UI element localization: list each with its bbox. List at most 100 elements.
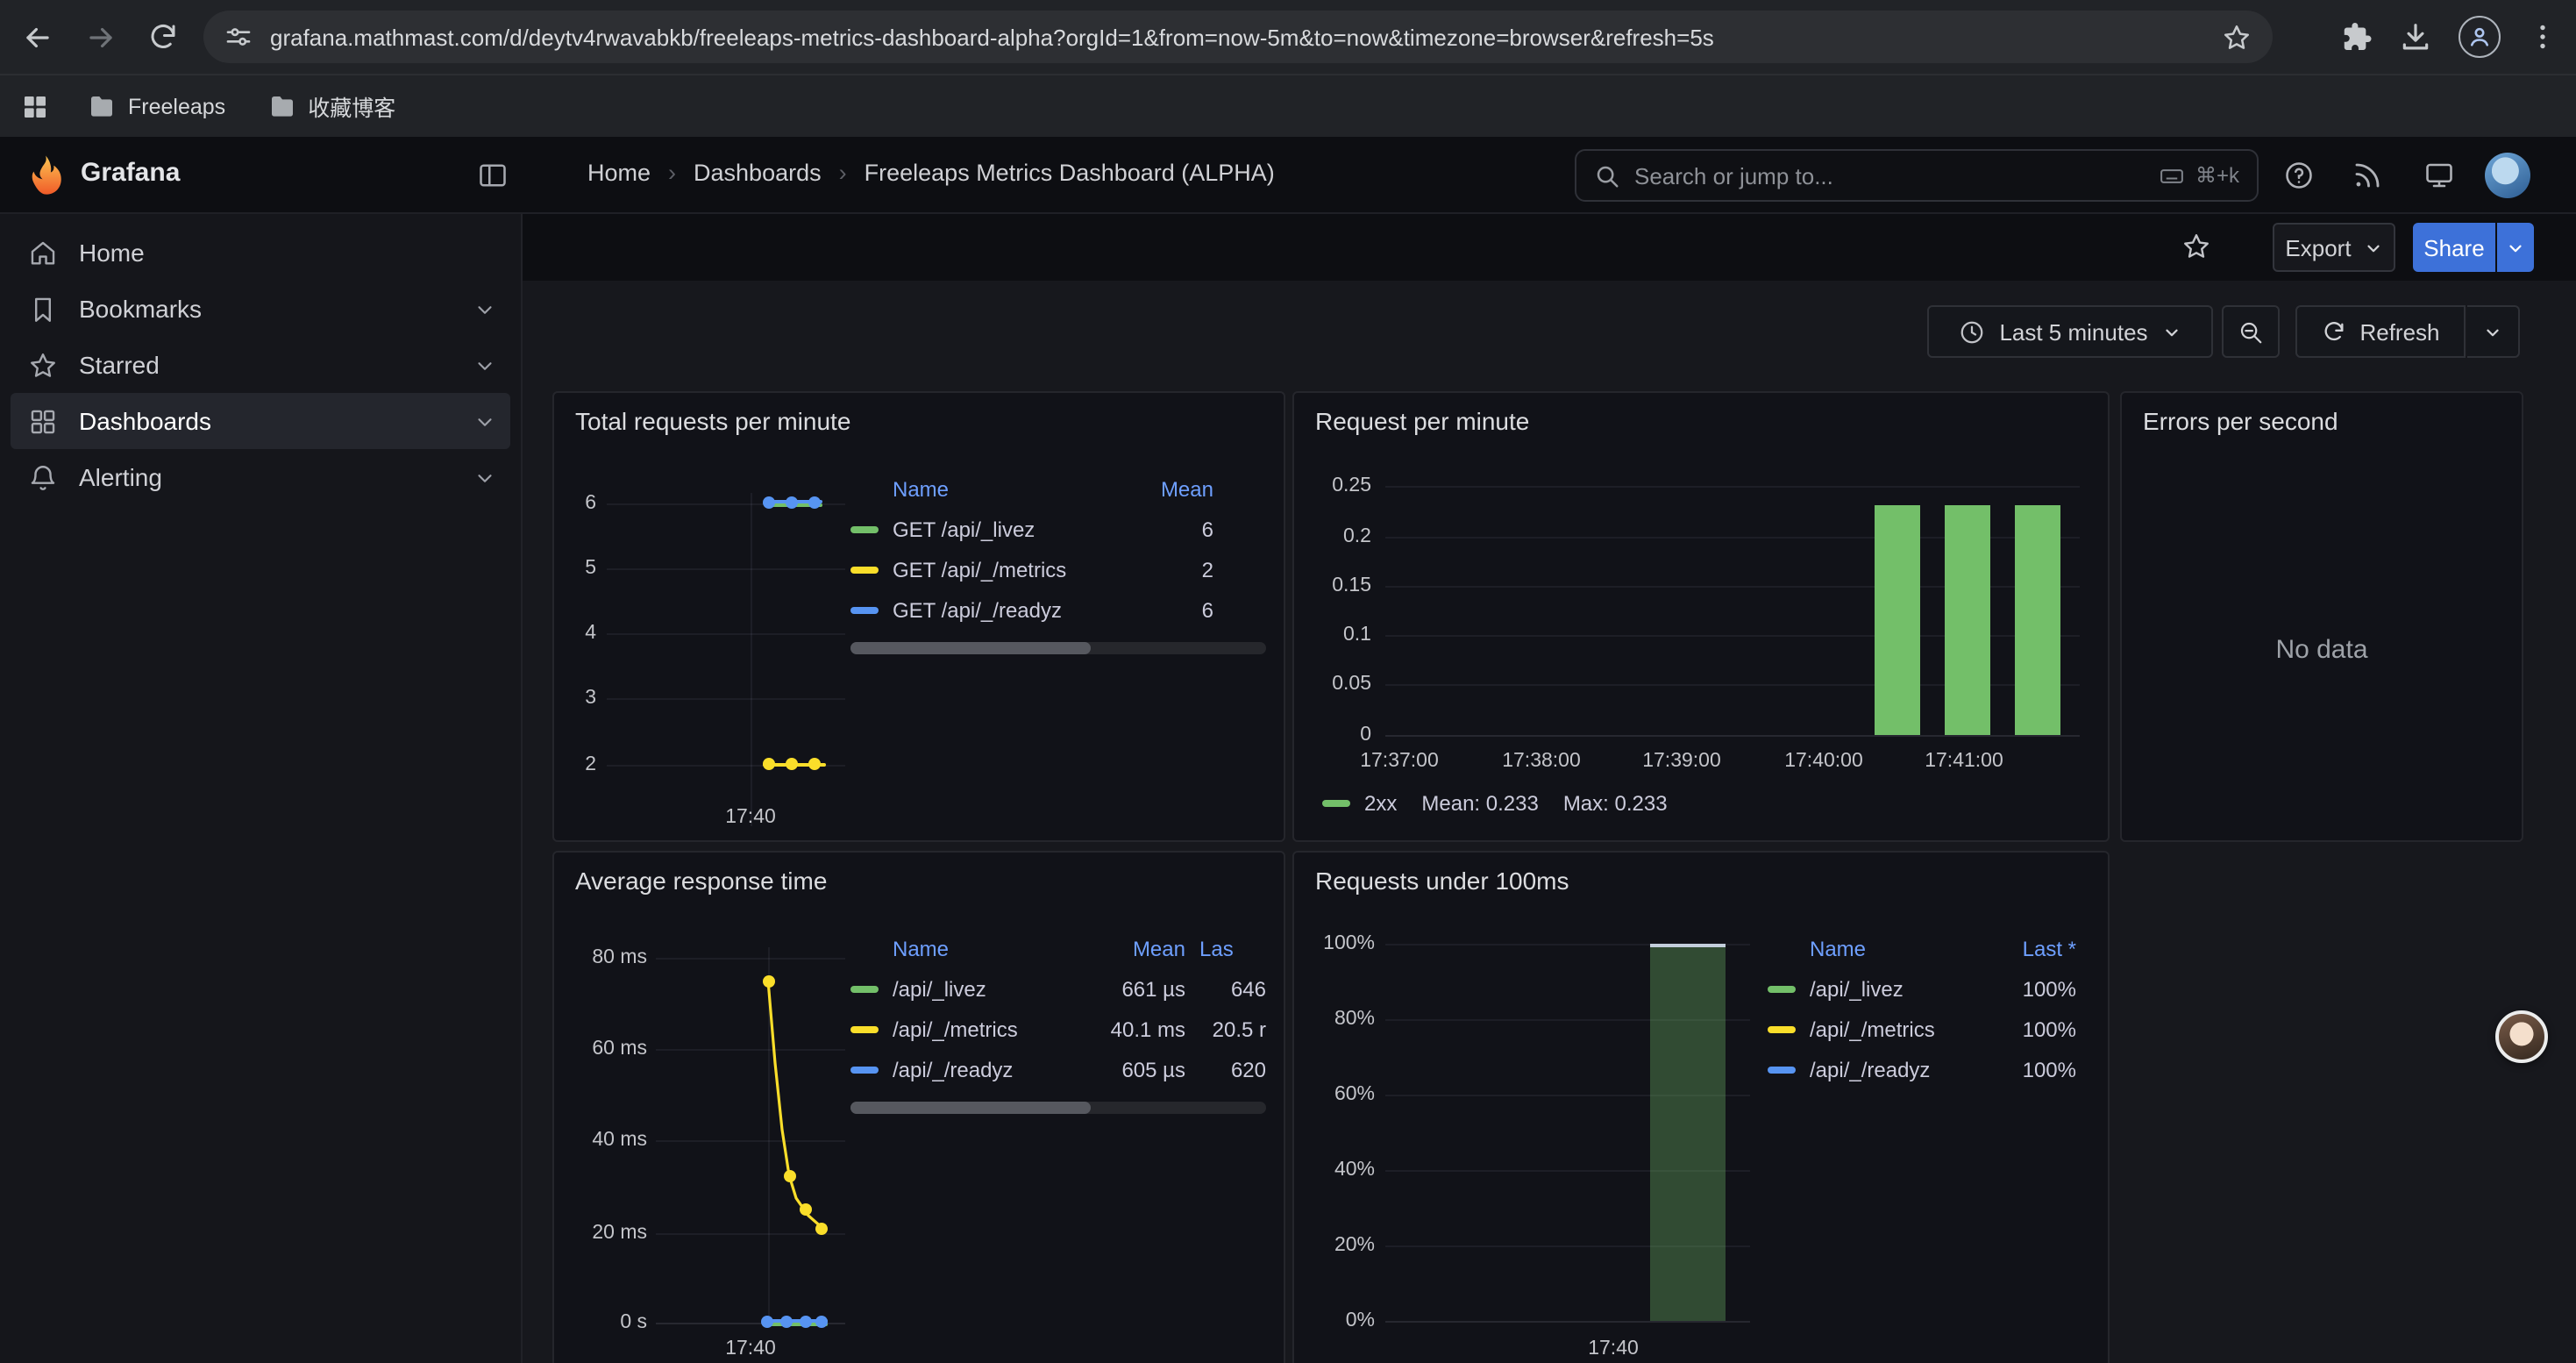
- grafana-brand[interactable]: Grafana: [81, 158, 180, 188]
- legend-header: Name Mean: [850, 470, 1266, 509]
- bookmark-folder-freeleaps[interactable]: Freeleaps: [74, 85, 239, 127]
- legend-col-mean[interactable]: Mean: [1091, 477, 1213, 502]
- search-box[interactable]: ⌘+k: [1575, 149, 2259, 202]
- sidebar-item-starred[interactable]: Starred: [11, 337, 510, 393]
- legend-col-last[interactable]: Las: [1199, 937, 1266, 961]
- legend-row[interactable]: GET /api/_/metrics 2: [850, 549, 1266, 589]
- legend-series-name[interactable]: GET /api/_/readyz: [893, 597, 1077, 622]
- menu-icon[interactable]: [2527, 21, 2558, 53]
- legend-series-name[interactable]: /api/_/metrics: [1810, 1017, 1985, 1041]
- folder-icon: [88, 92, 116, 120]
- breadcrumb-home[interactable]: Home: [587, 160, 651, 186]
- apps-grid-icon[interactable]: [21, 92, 49, 120]
- legend-series-name[interactable]: /api/_/readyz: [893, 1057, 1070, 1081]
- breadcrumb-separator: ›: [839, 160, 847, 186]
- legend-row[interactable]: /api/_/metrics 100%: [1768, 1009, 2087, 1049]
- legend-series-name[interactable]: 2xx: [1364, 791, 1397, 816]
- legend-series-name[interactable]: /api/_/readyz: [1810, 1057, 1985, 1081]
- legend-header: Name Last *: [1768, 930, 2087, 968]
- grafana-logo[interactable]: [23, 153, 68, 198]
- user-avatar[interactable]: [2485, 153, 2530, 198]
- legend-row[interactable]: /api/_livez 100%: [1768, 968, 2087, 1009]
- export-button[interactable]: Export: [2273, 223, 2395, 272]
- legend-row[interactable]: 2xx: [1322, 791, 1397, 816]
- forward-icon[interactable]: [74, 11, 126, 63]
- help-icon[interactable]: [2283, 160, 2315, 191]
- breadcrumb-dashboards[interactable]: Dashboards: [694, 160, 822, 186]
- time-range-picker[interactable]: Last 5 minutes: [1927, 305, 2213, 358]
- legend-col-name[interactable]: Name: [1810, 937, 1985, 961]
- legend-row[interactable]: /api/_/metrics 40.1 ms 20.5 r: [850, 1009, 1266, 1049]
- url-bar[interactable]: grafana.mathmast.com/d/deytv4rwavabkb/fr…: [203, 11, 2273, 63]
- legend-last-value: 620: [1199, 1057, 1266, 1081]
- bookmark-folder-blog[interactable]: 收藏博客: [253, 82, 409, 130]
- floating-assistant-avatar[interactable]: [2495, 1010, 2548, 1063]
- data-point: [800, 1316, 812, 1328]
- extensions-icon[interactable]: [2341, 21, 2373, 53]
- y-tick: 0.1: [1294, 624, 1371, 646]
- scrollbar-thumb[interactable]: [850, 1102, 1092, 1114]
- bar-2xx[interactable]: [1875, 505, 1920, 735]
- legend-row[interactable]: GET /api/_livez 6: [850, 509, 1266, 549]
- bar-under-100ms[interactable]: [1650, 944, 1726, 1321]
- chevron-down-icon[interactable]: [473, 410, 496, 432]
- reload-icon[interactable]: [137, 11, 189, 63]
- download-icon[interactable]: [2399, 20, 2432, 54]
- favorite-star-icon[interactable]: [2181, 232, 2211, 261]
- bar-2xx[interactable]: [1945, 505, 1990, 735]
- legend-series-name[interactable]: GET /api/_livez: [893, 517, 1077, 541]
- data-point: [784, 1170, 796, 1182]
- sidebar-item-bookmarks[interactable]: Bookmarks: [11, 281, 510, 337]
- search-input[interactable]: [1634, 162, 2145, 189]
- data-point: [763, 496, 775, 509]
- legend-row[interactable]: /api/_/readyz 605 µs 620: [850, 1049, 1266, 1089]
- panel-title[interactable]: Request per minute: [1315, 407, 1529, 435]
- legend-col-last[interactable]: Last *: [1999, 937, 2087, 961]
- legend-swatch-blue: [850, 1066, 879, 1073]
- sidebar-item-dashboards[interactable]: Dashboards: [11, 393, 510, 449]
- browser-toolbar: grafana.mathmast.com/d/deytv4rwavabkb/fr…: [0, 0, 2576, 74]
- refresh-button[interactable]: Refresh: [2295, 305, 2466, 358]
- share-menu-button[interactable]: [2497, 223, 2534, 272]
- legend-row[interactable]: /api/_livez 661 µs 646: [850, 968, 1266, 1009]
- scrollbar-thumb[interactable]: [850, 642, 1092, 654]
- legend-row[interactable]: GET /api/_/readyz 6: [850, 589, 1266, 630]
- legend-col-name[interactable]: Name: [893, 937, 1070, 961]
- sidebar-item-home[interactable]: Home: [11, 225, 510, 281]
- back-icon[interactable]: [11, 11, 63, 63]
- legend-series-name[interactable]: /api/_livez: [1810, 976, 1985, 1001]
- url-text[interactable]: grafana.mathmast.com/d/deytv4rwavabkb/fr…: [270, 24, 2204, 50]
- bookmark-star-icon[interactable]: [2222, 22, 2252, 52]
- x-tick: 17:40: [1561, 1338, 1666, 1359]
- zoom-out-button[interactable]: [2222, 305, 2280, 358]
- x-tick: 17:40: [698, 807, 803, 828]
- legend-col-mean[interactable]: Mean: [1084, 937, 1185, 961]
- panel-title[interactable]: Total requests per minute: [575, 407, 850, 435]
- sidebar-item-alerting[interactable]: Alerting: [11, 449, 510, 505]
- panel-title[interactable]: Requests under 100ms: [1315, 867, 1569, 895]
- legend-series-name[interactable]: GET /api/_/metrics: [893, 557, 1077, 582]
- rss-icon[interactable]: [2352, 160, 2383, 191]
- legend-row[interactable]: /api/_/readyz 100%: [1768, 1049, 2087, 1089]
- sidebar-item-label: Starred: [79, 351, 160, 379]
- legend-scrollbar[interactable]: [850, 1102, 1266, 1114]
- profile-icon[interactable]: [2459, 16, 2501, 58]
- tune-icon[interactable]: [224, 23, 253, 51]
- legend-series-name[interactable]: /api/_livez: [893, 976, 1070, 1001]
- legend-series-name[interactable]: /api/_/metrics: [893, 1017, 1070, 1041]
- chevron-down-icon[interactable]: [473, 466, 496, 489]
- chevron-down-icon[interactable]: [473, 353, 496, 376]
- panel-title[interactable]: Errors per second: [2143, 407, 2338, 435]
- refresh-interval-button[interactable]: [2467, 305, 2520, 358]
- legend-last-value: 646: [1199, 976, 1266, 1001]
- legend-swatch-green: [850, 525, 879, 532]
- home-icon: [28, 238, 58, 268]
- share-button[interactable]: Share: [2413, 223, 2495, 272]
- monitor-icon[interactable]: [2423, 160, 2455, 191]
- chevron-down-icon[interactable]: [473, 297, 496, 320]
- sidebar-collapse-icon[interactable]: [477, 160, 509, 191]
- bar-2xx[interactable]: [2015, 505, 2060, 735]
- panel-legend: 2xx Mean: 0.233 Max: 0.233: [1322, 791, 1668, 816]
- legend-scrollbar[interactable]: [850, 642, 1266, 654]
- legend-col-name[interactable]: Name: [893, 477, 1077, 502]
